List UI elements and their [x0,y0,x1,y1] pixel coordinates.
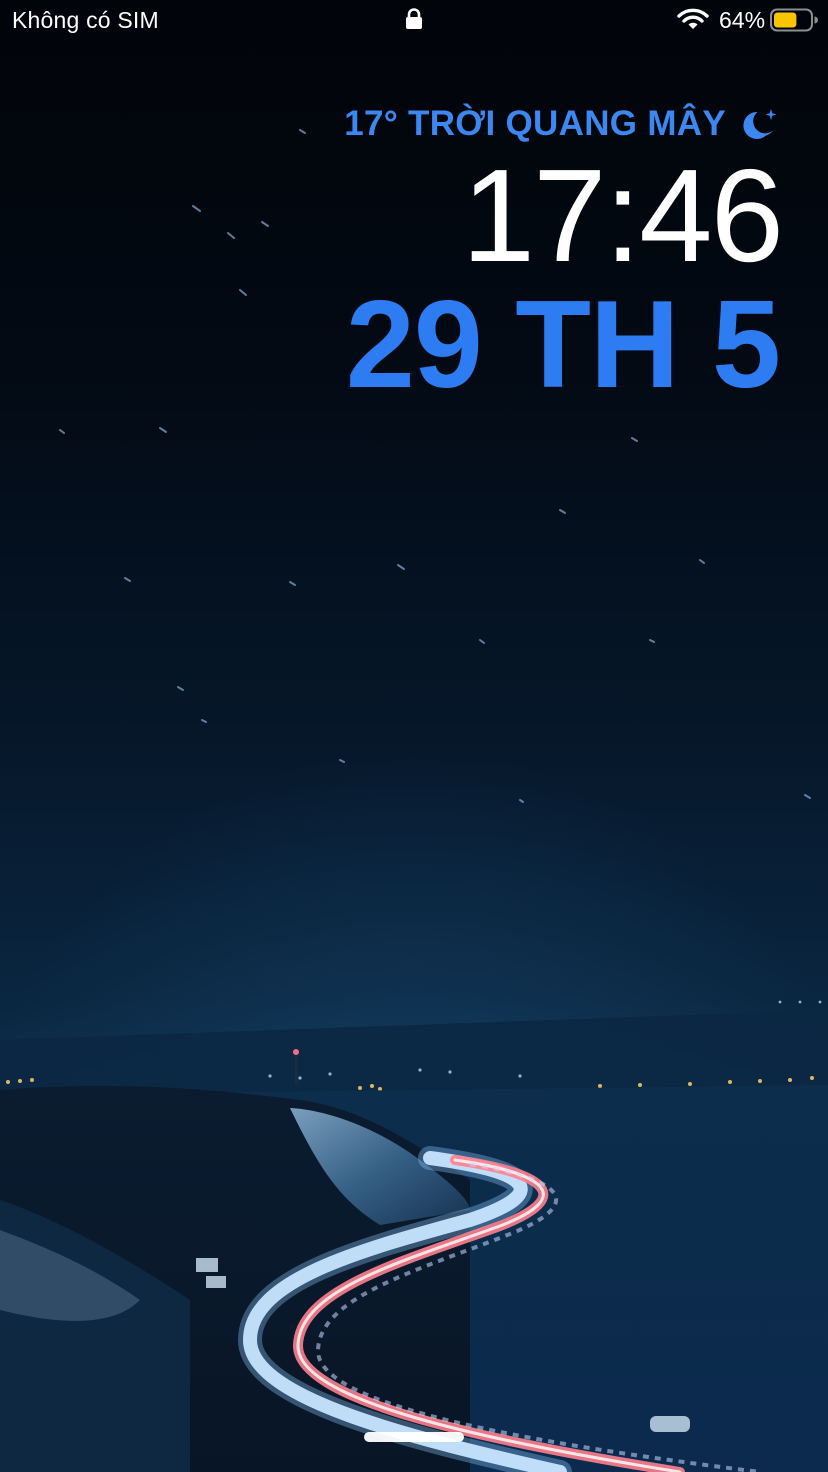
lock-screen: Không có SIM 64% 17° TRỜI QUANG MÂY 17:4… [0,0,828,1472]
weather-widget[interactable]: 17° TRỜI QUANG MÂY [344,102,780,146]
home-indicator[interactable] [364,1432,464,1442]
lock-screen-time: 17:46 [461,142,784,289]
lock-icon [406,8,422,29]
lock-screen-date: 29 TH 5 [345,276,781,414]
status-bar: Không có SIM 64% [0,0,828,40]
carrier-label: Không có SIM [12,7,159,33]
battery-fill [774,12,797,28]
moon-stars-icon [743,109,777,139]
battery-percentage: 64% [719,7,766,33]
wifi-icon [677,8,709,29]
battery-icon [770,8,818,32]
weather-label: 17° TRỜI QUANG MÂY [344,104,726,143]
